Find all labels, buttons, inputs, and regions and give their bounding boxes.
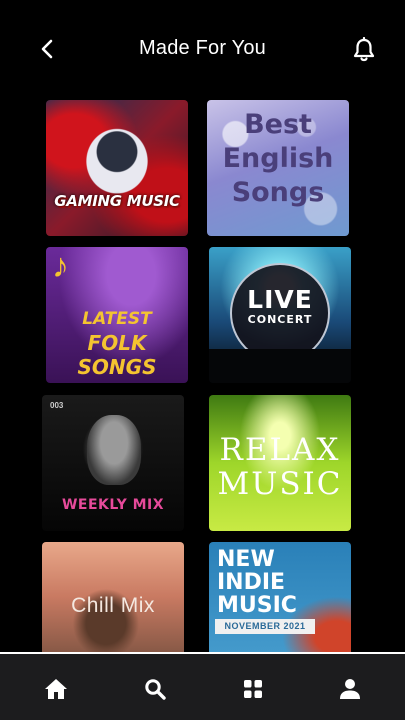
label-line: Songs: [231, 177, 325, 208]
label-line: LATEST: [82, 309, 152, 329]
playlist-card-latest-folk-songs[interactable]: ♪ LATEST FOLK SONGS: [46, 247, 188, 383]
label-line: NEW: [217, 547, 275, 572]
music-note-icon: ♪: [52, 247, 69, 285]
top-bar: Made For You: [0, 0, 405, 100]
playlist-card-label: Best English Songs: [207, 108, 349, 210]
playlist-card-best-english-songs[interactable]: Best English Songs: [207, 100, 349, 236]
playlist-card-label: LATEST FOLK SONGS: [46, 307, 188, 379]
playlist-card-label: RELAX MUSIC: [209, 433, 351, 501]
nav-profile[interactable]: [337, 676, 363, 702]
label-line: MUSIC: [217, 466, 343, 502]
bottom-navigation: [0, 652, 405, 720]
label-line: FOLK SONGS: [77, 331, 157, 379]
home-icon: [45, 679, 67, 699]
playlist-card-new-indie-music[interactable]: NEW INDIE MUSIC NOVEMBER 2021: [209, 542, 351, 652]
release-date-banner: NOVEMBER 2021: [215, 619, 315, 634]
nav-home[interactable]: [43, 676, 69, 702]
grid-icon: [244, 680, 262, 698]
playlist-card-relax-music[interactable]: RELAX MUSIC: [209, 395, 351, 531]
mix-number-badge: 003: [50, 401, 64, 410]
search-icon: [145, 679, 166, 700]
playlist-card-gaming-music[interactable]: GAMING MUSIC: [46, 100, 188, 236]
page-title: Made For You: [139, 37, 266, 59]
label-line: MUSIC: [217, 593, 297, 618]
playlist-card-label: LIVE CONCERT: [209, 285, 351, 327]
nav-browse[interactable]: [240, 676, 266, 702]
playlist-card-chill-mix[interactable]: Chill Mix: [42, 542, 184, 652]
label-line: English: [222, 143, 334, 174]
label-line: CONCERT: [247, 313, 313, 326]
playlist-card-label: GAMING MUSIC: [54, 192, 180, 210]
user-icon: [340, 679, 360, 699]
notifications-button[interactable]: [350, 36, 378, 64]
playlist-card-label: WEEKLY MIX: [61, 497, 165, 513]
playlist-card-label: NEW INDIE MUSIC: [217, 548, 351, 617]
playlist-card-label: Chill Mix: [71, 594, 155, 617]
bell-icon: [353, 37, 375, 62]
playlist-card-live-concert[interactable]: LIVE CONCERT: [209, 247, 351, 383]
crowd-silhouette: [209, 349, 351, 383]
label-line: LIVE: [247, 285, 313, 314]
label-line: INDIE: [217, 570, 286, 595]
label-line: Best: [244, 109, 312, 140]
nav-search[interactable]: [142, 676, 168, 702]
artist-photo: [87, 415, 141, 485]
playlist-card-weekly-mix[interactable]: 003 WEEKLY MIX: [42, 395, 184, 531]
label-line: RELAX: [219, 432, 341, 468]
